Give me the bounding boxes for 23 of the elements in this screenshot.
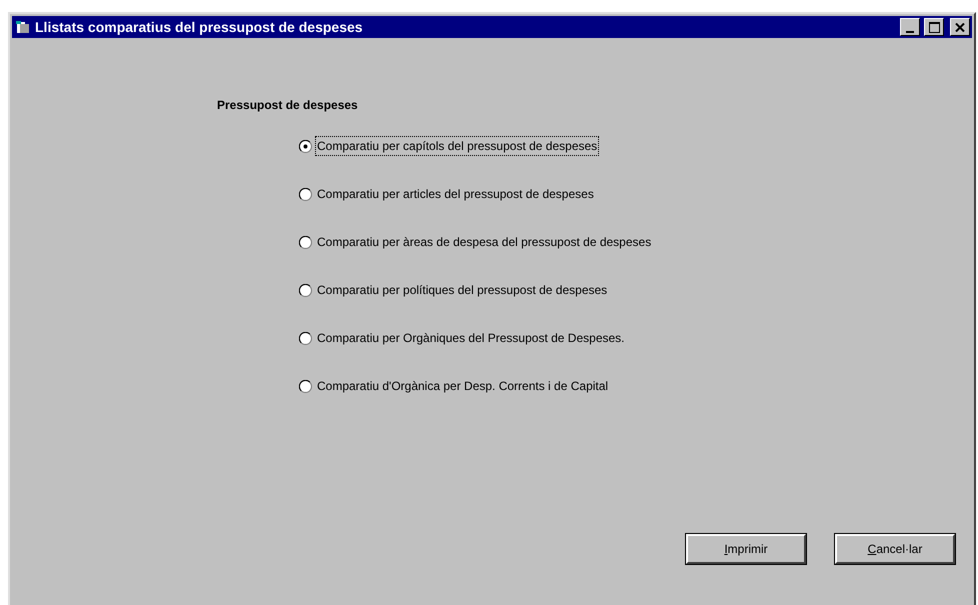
radio-label[interactable]: Comparatiu per polítiques del pressupost de despeses — [315, 280, 610, 300]
section-heading: Pressupost de despeses — [217, 97, 359, 114]
radio-button[interactable] — [299, 380, 312, 392]
window-title: Llistats comparatius del pressupost de despeses — [35, 18, 364, 37]
radio-button[interactable] — [299, 140, 312, 152]
maximize-button[interactable] — [924, 18, 944, 36]
radio-button[interactable] — [299, 284, 312, 296]
close-button[interactable] — [950, 18, 970, 36]
radio-label[interactable]: Comparatiu d'Orgànica per Desp. Corrents i de Capital — [315, 376, 610, 396]
dialog-button[interactable]: Imprimir — [686, 534, 806, 564]
radio-button[interactable] — [299, 236, 312, 248]
app-icon — [15, 19, 31, 35]
radio-label[interactable]: Comparatiu per articles del pressupost de despeses — [315, 184, 596, 204]
radio-button[interactable] — [299, 188, 312, 200]
minimize-button[interactable] — [900, 18, 920, 36]
radio-label[interactable]: Comparatiu per àreas de despesa del pressupost de despeses — [315, 232, 654, 252]
maximize-icon — [928, 22, 940, 32]
radio-label[interactable]: Comparatiu per Orgàniques del Pressupost de Despeses. — [315, 328, 626, 348]
dialog-button[interactable]: Cancel·lar — [835, 534, 955, 564]
close-icon — [955, 22, 965, 32]
minimize-icon — [906, 31, 914, 33]
radio-button[interactable] — [299, 332, 312, 344]
radio-label[interactable]: Comparatiu per capítols del pressupost de despeses — [315, 136, 600, 156]
